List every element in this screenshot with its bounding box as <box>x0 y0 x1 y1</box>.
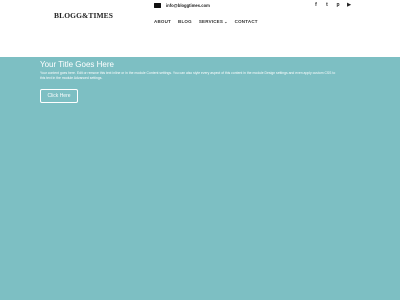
facebook-icon[interactable]: f <box>313 2 319 8</box>
nav-services[interactable]: SERVICES ⌄ <box>199 19 228 24</box>
social-links: f t p ▶ <box>313 2 352 8</box>
top-email[interactable]: info@bloggtimes.com <box>154 3 210 8</box>
nav-services-label: SERVICES <box>198 19 224 24</box>
chevron-down-icon: ⌄ <box>224 19 228 24</box>
hero-section: Your Title Goes Here Your content goes h… <box>0 57 400 300</box>
twitter-icon[interactable]: t <box>324 2 330 8</box>
email-link[interactable]: info@bloggtimes.com <box>166 3 210 8</box>
pinterest-icon[interactable]: p <box>335 2 341 8</box>
main-nav: ABOUT BLOG SERVICES ⌄ CONTACT <box>154 19 258 24</box>
youtube-icon[interactable]: ▶ <box>346 2 352 8</box>
hero-button[interactable]: Click Here <box>40 89 78 103</box>
mail-icon <box>154 3 161 8</box>
nav-about[interactable]: ABOUT <box>154 19 171 24</box>
nav-contact[interactable]: CONTACT <box>235 19 258 24</box>
site-header: BLOGG&TIMES info@bloggtimes.com f t p ▶ … <box>0 0 400 57</box>
nav-blog[interactable]: BLOG <box>178 19 192 24</box>
site-logo[interactable]: BLOGG&TIMES <box>54 11 113 20</box>
hero-title: Your Title Goes Here <box>40 60 114 69</box>
hero-body: Your content goes here. Edit or remove t… <box>40 71 336 80</box>
